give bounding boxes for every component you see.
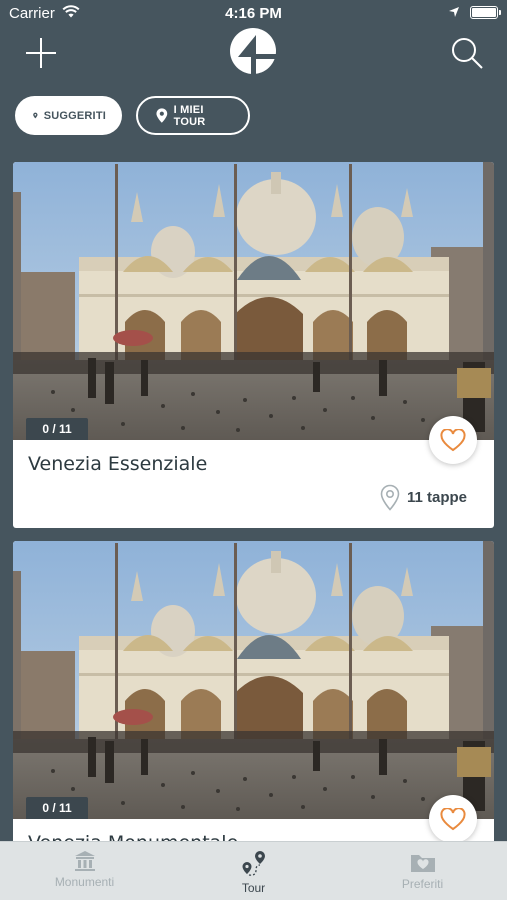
- filter-suggested-button[interactable]: SUGGERITI: [15, 96, 122, 135]
- search-icon[interactable]: [450, 36, 484, 70]
- heart-icon: [440, 428, 466, 451]
- app-logo-icon: [230, 28, 276, 74]
- tab-label: Preferiti: [401, 877, 444, 891]
- tour-stops-label: 11 tappe: [406, 489, 467, 506]
- map-pin-icon: [156, 108, 168, 123]
- filter-my-tours-label: I MIEI TOUR: [173, 103, 206, 128]
- heart-folder-icon: [410, 855, 435, 872]
- location-arrow-icon: [449, 7, 459, 17]
- favorite-button[interactable]: [429, 795, 477, 843]
- monument-icon: [74, 851, 95, 871]
- status-bar: Carrier 4:16 PM: [0, 0, 507, 28]
- tab-label: Tour: [241, 881, 266, 895]
- tab-label: Monumenti: [54, 875, 115, 889]
- filter-my-tours-button[interactable]: I MIEI TOUR: [136, 96, 250, 135]
- clock: 4:16 PM: [225, 5, 282, 22]
- tab-bar: Monumenti Tour Preferiti: [0, 841, 507, 900]
- map-pin-outline-icon: [380, 484, 400, 511]
- tour-card[interactable]: 0 / 11 Venezia Essenziale 11 tappe: [13, 162, 494, 528]
- tour-progress-badge: 0 / 11: [26, 418, 88, 440]
- tab-preferiti[interactable]: Preferiti: [338, 842, 507, 900]
- add-icon[interactable]: [24, 36, 58, 70]
- route-pins-icon: [242, 851, 265, 876]
- tour-card[interactable]: 0 / 11 Venezia Monumentale: [13, 541, 494, 851]
- tab-tour[interactable]: Tour: [169, 842, 338, 900]
- tour-title: Venezia Essenziale: [28, 453, 208, 475]
- map-pin-icon: [33, 112, 38, 119]
- filter-suggested-label: SUGGERITI: [43, 109, 106, 122]
- tour-photo: [13, 541, 494, 819]
- tour-progress-badge: 0 / 11: [26, 797, 88, 819]
- battery-icon: [470, 6, 501, 19]
- tab-monumenti[interactable]: Monumenti: [0, 842, 169, 900]
- heart-icon: [440, 807, 466, 830]
- tour-photo: [13, 162, 494, 440]
- favorite-button[interactable]: [429, 416, 477, 464]
- tour-stops: 11 tappe: [380, 484, 467, 511]
